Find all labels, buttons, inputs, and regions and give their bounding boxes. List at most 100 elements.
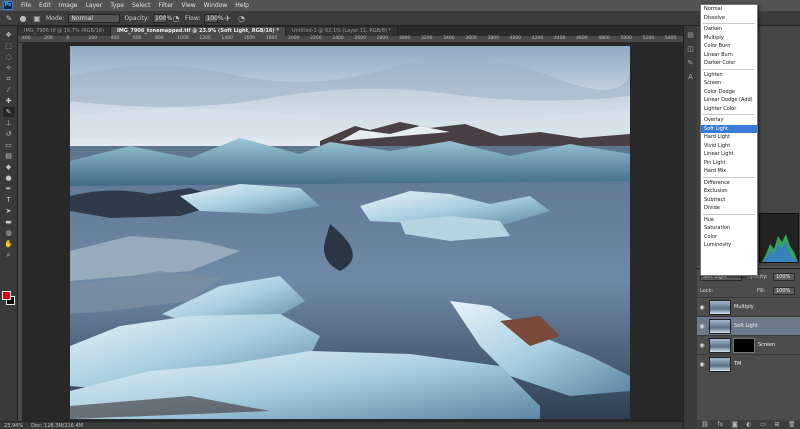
- pressure-size-icon[interactable]: ◔: [236, 14, 246, 23]
- visibility-eye-icon[interactable]: ◉: [697, 342, 707, 349]
- blend-mode-option[interactable]: Subtract: [701, 196, 757, 205]
- blend-mode-option[interactable]: Pin Light: [701, 159, 757, 168]
- delete-layer-icon[interactable]: 🗑: [788, 421, 796, 428]
- menu-edit[interactable]: Edit: [35, 0, 55, 11]
- properties-panel-icon[interactable]: ◫: [686, 44, 696, 54]
- link-layers-icon[interactable]: ⛓: [701, 421, 709, 428]
- crop-tool-icon[interactable]: ⌗: [3, 74, 15, 84]
- blend-mode-option[interactable]: Dissolve: [701, 14, 757, 23]
- blend-mode-option[interactable]: Hard Light: [701, 133, 757, 142]
- clone-stamp-tool-icon[interactable]: ⊥: [3, 118, 15, 128]
- brush-tool-icon[interactable]: ✎: [2, 107, 15, 117]
- visibility-eye-icon[interactable]: ◉: [697, 304, 707, 311]
- menu-window[interactable]: Window: [200, 0, 232, 11]
- menu-filter[interactable]: Filter: [155, 0, 178, 11]
- mode-select[interactable]: Normal: [68, 13, 121, 23]
- character-panel-icon[interactable]: A: [686, 72, 696, 82]
- layer-mask-thumbnail[interactable]: [733, 337, 755, 353]
- zoom-level[interactable]: 23.94%: [4, 423, 23, 429]
- layer-row-selected[interactable]: ◉ Soft Light: [697, 316, 800, 335]
- opacity-input[interactable]: 100%: [153, 13, 172, 23]
- lasso-tool-icon[interactable]: ◌: [3, 52, 15, 62]
- 3d-tool-icon[interactable]: ◍: [3, 228, 15, 238]
- menu-layer[interactable]: Layer: [81, 0, 106, 11]
- healing-brush-tool-icon[interactable]: ✚: [3, 96, 15, 106]
- layer-row[interactable]: ◉ TM: [697, 354, 800, 373]
- menu-type[interactable]: Type: [106, 0, 128, 11]
- blend-mode-option[interactable]: Divide: [701, 204, 757, 213]
- layer-opacity-input[interactable]: 100%: [773, 273, 795, 281]
- blend-mode-dropdown[interactable]: Normal Dissolve Darken Multiply Color Burn Li…: [700, 4, 758, 276]
- type-tool-icon[interactable]: T: [3, 195, 15, 205]
- tab-document-2[interactable]: IMG_7906_tonemapped.tif @ 23.9% (Soft Li…: [110, 27, 286, 36]
- menu-view[interactable]: View: [177, 0, 199, 11]
- menu-image[interactable]: Image: [55, 0, 82, 11]
- blend-mode-option[interactable]: Saturation: [701, 224, 757, 233]
- canvas-area[interactable]: [22, 43, 683, 422]
- gradient-tool-icon[interactable]: ▤: [3, 151, 15, 161]
- dodge-tool-icon[interactable]: ●: [3, 173, 15, 183]
- pressure-opacity-icon[interactable]: ◔: [171, 14, 181, 23]
- blend-mode-option[interactable]: Overlay: [701, 116, 757, 125]
- blend-mode-option[interactable]: Multiply: [701, 34, 757, 43]
- ruler-tick-label: 600: [132, 36, 142, 41]
- document-image[interactable]: [70, 46, 630, 419]
- blend-mode-option[interactable]: Lighten: [701, 71, 757, 80]
- eyedropper-tool-icon[interactable]: ⁄: [3, 85, 15, 95]
- quick-select-tool-icon[interactable]: ✧: [3, 63, 15, 73]
- brush-size-icon[interactable]: ●: [18, 14, 28, 23]
- menu-select[interactable]: Select: [128, 0, 155, 11]
- blend-mode-option[interactable]: Color: [701, 233, 757, 242]
- blur-tool-icon[interactable]: ◆: [3, 162, 15, 172]
- tab-document-1[interactable]: IMG_7906.tif @ 16.7% (RGB/16): [18, 27, 111, 36]
- brush-preset-icon[interactable]: ✎: [4, 14, 14, 23]
- blend-mode-option[interactable]: Linear Light: [701, 150, 757, 159]
- blend-mode-option[interactable]: Linear Dodge (Add): [701, 96, 757, 105]
- menu-file[interactable]: File: [17, 0, 35, 11]
- marquee-tool-icon[interactable]: ⬚: [3, 41, 15, 51]
- blend-mode-option[interactable]: Hue: [701, 216, 757, 225]
- new-layer-icon[interactable]: ⊞: [774, 421, 779, 428]
- flow-input[interactable]: 100%: [204, 13, 224, 23]
- path-select-tool-icon[interactable]: ➤: [3, 206, 15, 216]
- blend-mode-option[interactable]: Luminosity: [701, 241, 757, 250]
- blend-mode-option[interactable]: Normal: [701, 5, 757, 14]
- layer-style-icon[interactable]: fx: [718, 421, 724, 428]
- blend-mode-option[interactable]: Soft Light: [701, 124, 757, 133]
- layer-row[interactable]: ◉ Screen: [697, 335, 800, 354]
- blend-mode-option[interactable]: Darken: [701, 25, 757, 34]
- shape-tool-icon[interactable]: ▬: [3, 217, 15, 227]
- history-brush-tool-icon[interactable]: ↺: [3, 129, 15, 139]
- document-size[interactable]: Doc: 128.3M/216.4M: [31, 423, 83, 429]
- blend-mode-option[interactable]: Vivid Light: [701, 142, 757, 151]
- pen-tool-icon[interactable]: ✒: [3, 184, 15, 194]
- blend-mode-option[interactable]: Darker Color: [701, 59, 757, 68]
- history-panel-icon[interactable]: ▤: [686, 30, 696, 40]
- blend-mode-option[interactable]: Difference: [701, 179, 757, 188]
- airbrush-icon[interactable]: ✈: [222, 14, 232, 23]
- layer-row[interactable]: ◉ Multiply: [697, 297, 800, 316]
- blend-mode-option[interactable]: Linear Burn: [701, 51, 757, 60]
- brush-panel-icon[interactable]: ✎: [686, 58, 696, 68]
- foreground-color-swatch[interactable]: [2, 291, 11, 300]
- tab-document-3[interactable]: Untitled-1 @ 62.1% (Layer 11, RGB/8) *: [285, 27, 399, 36]
- add-mask-icon[interactable]: ◙: [732, 421, 738, 428]
- blend-mode-option[interactable]: Color Burn: [701, 42, 757, 51]
- visibility-eye-icon[interactable]: ◉: [697, 323, 707, 330]
- blend-mode-option[interactable]: Exclusion: [701, 187, 757, 196]
- blend-mode-option[interactable]: Hard Mix: [701, 167, 757, 176]
- fill-input[interactable]: 100%: [773, 287, 795, 295]
- brush-panel-icon[interactable]: ▣: [32, 14, 42, 23]
- adjustment-layer-icon[interactable]: ◐: [746, 421, 751, 428]
- ruler-tick-label: 3600: [465, 36, 477, 41]
- blend-mode-option[interactable]: Lighter Color: [701, 105, 757, 114]
- zoom-tool-icon[interactable]: ⌕: [3, 250, 15, 260]
- eraser-tool-icon[interactable]: ▭: [3, 140, 15, 150]
- move-tool-icon[interactable]: ✥: [3, 30, 15, 40]
- blend-mode-option[interactable]: Color Dodge: [701, 88, 757, 97]
- group-icon[interactable]: ▭: [760, 421, 766, 428]
- blend-mode-option[interactable]: Screen: [701, 79, 757, 88]
- menu-help[interactable]: Help: [231, 0, 253, 11]
- visibility-eye-icon[interactable]: ◉: [697, 361, 707, 368]
- hand-tool-icon[interactable]: ✋: [3, 239, 15, 249]
